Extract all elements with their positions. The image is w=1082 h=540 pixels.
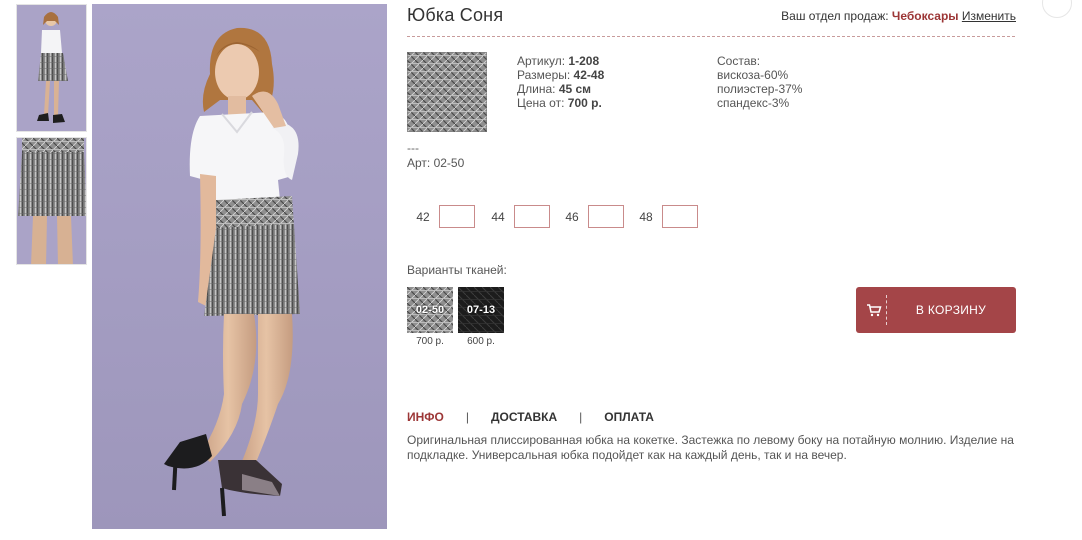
sales-region-city: Чебоксары	[891, 9, 959, 23]
corner-round-button[interactable]	[1042, 0, 1072, 18]
fabric-swatch-image	[406, 51, 488, 133]
change-region-link[interactable]: Изменить	[962, 9, 1016, 23]
fabric-variant-price: 700 р.	[416, 336, 444, 347]
fabric-article-code: Арт: 02-50	[407, 156, 465, 170]
size-label: 42	[416, 209, 430, 224]
size-quantity-44: 44	[482, 205, 550, 228]
product-thumbnail-1[interactable]	[16, 4, 87, 132]
spec-price-label: Цена от:	[517, 96, 565, 110]
spec-length-value: 45 см	[558, 82, 592, 96]
fabric-variant-swatch: 07-13	[458, 287, 504, 333]
fabric-variants-title: Варианты тканей:	[407, 263, 507, 277]
main-product-photo[interactable]	[92, 4, 387, 529]
composition-title: Состав:	[717, 54, 761, 68]
size-quantity-48: 48	[630, 205, 698, 228]
spec-article-value: 1-208	[568, 54, 600, 68]
fabric-article-dash: ---	[407, 141, 419, 155]
fabric-variant-swatch: 02-50	[407, 287, 453, 333]
spec-sizes-value: 42-48	[573, 68, 605, 82]
composition-item: вискоза-60%	[717, 68, 789, 82]
header-divider	[407, 36, 1015, 37]
fabric-variant-code: 07-13	[466, 304, 496, 316]
tab-separator: |	[579, 410, 583, 424]
composition: Состав: вискоза-60% полиэстер-37% спанде…	[717, 54, 802, 110]
composition-item: полиэстер-37%	[717, 82, 803, 96]
size-label: 46	[565, 209, 579, 224]
tab-separator: |	[465, 410, 469, 424]
thumbnail-image-skirt-closeup	[17, 138, 86, 264]
size-quantity-input[interactable]	[439, 205, 475, 228]
tab-delivery[interactable]: ДОСТАВКА	[491, 410, 557, 424]
composition-item: спандекс-3%	[717, 96, 790, 110]
cart-icon	[867, 304, 882, 317]
fabric-variant-price: 600 р.	[467, 336, 495, 347]
model-photo-image	[92, 4, 387, 529]
size-quantity-input[interactable]	[514, 205, 550, 228]
tab-payment[interactable]: ОПЛАТА	[604, 410, 654, 424]
spec-article-label: Артикул:	[517, 54, 566, 68]
sales-region-label: Ваш отдел продаж:	[781, 9, 889, 23]
page-title: Юбка Соня	[407, 5, 504, 25]
add-to-cart-label: В КОРЗИНУ	[915, 303, 987, 317]
product-specs: Артикул: 1-208 Размеры: 42-48 Длина: 45 …	[517, 54, 604, 110]
spec-length: Длина: 45 см	[517, 82, 604, 96]
sales-region: Ваш отдел продаж: Чебоксары Изменить	[781, 9, 1016, 23]
size-quantity-46: 46	[556, 205, 624, 228]
product-description: Оригинальная плиссированная юбка на коке…	[407, 433, 1014, 462]
spec-sizes: Размеры: 42-48	[517, 68, 604, 82]
product-thumbnail-2[interactable]	[16, 137, 87, 265]
size-quantity-input[interactable]	[588, 205, 624, 228]
size-quantity-42: 42	[407, 205, 475, 228]
spec-article: Артикул: 1-208	[517, 54, 604, 68]
spec-sizes-label: Размеры:	[517, 68, 571, 82]
add-to-cart-button[interactable]: В КОРЗИНУ	[856, 287, 1016, 333]
fabric-variant-07-13[interactable]: 07-13 600 р.	[458, 287, 504, 347]
size-quantity-input[interactable]	[662, 205, 698, 228]
spec-price-value: 700 р.	[567, 96, 602, 110]
size-label: 48	[639, 209, 653, 224]
info-tabs: ИНФО | ДОСТАВКА | ОПЛАТА	[407, 410, 654, 424]
tab-info[interactable]: ИНФО	[407, 410, 444, 424]
thumbnail-image-model	[17, 5, 86, 131]
fabric-variant-02-50[interactable]: 02-50 700 р.	[407, 287, 453, 347]
size-label: 44	[491, 209, 505, 224]
fabric-variant-code: 02-50	[415, 304, 445, 316]
spec-length-label: Длина:	[517, 82, 556, 96]
spec-price: Цена от: 700 р.	[517, 96, 604, 110]
